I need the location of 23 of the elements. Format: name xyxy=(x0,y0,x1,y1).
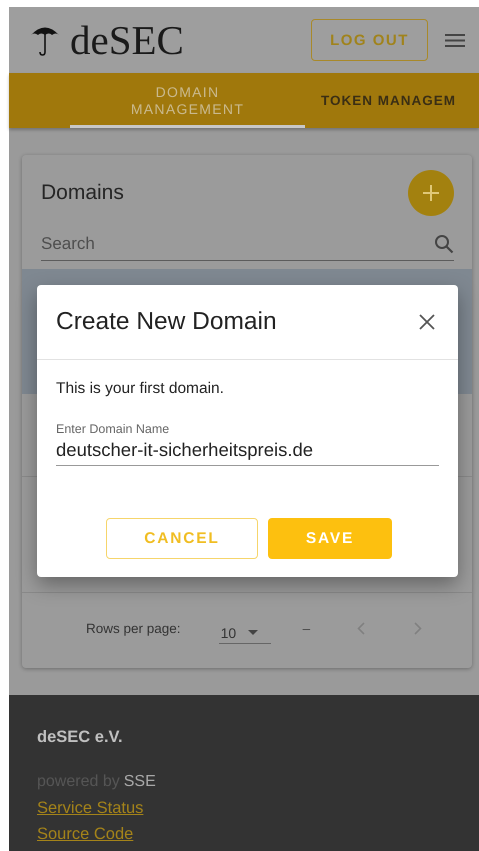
save-button[interactable]: SAVE xyxy=(268,518,392,559)
field-label: Enter Domain Name xyxy=(56,422,170,436)
menu-icon[interactable] xyxy=(445,32,465,48)
dialog-message: This is your first domain. xyxy=(56,380,225,398)
cancel-button[interactable]: CANCEL xyxy=(106,518,258,559)
rows-per-page-select[interactable]: 10 xyxy=(218,612,271,644)
sponsor-name: SSE xyxy=(124,773,156,790)
footer-link[interactable]: Service Status xyxy=(37,795,144,821)
add-domain-button[interactable] xyxy=(408,170,454,216)
search-field[interactable]: Search xyxy=(41,230,434,258)
footer-link[interactable]: Source Code xyxy=(37,821,134,847)
close-icon[interactable] xyxy=(419,314,435,330)
tab[interactable]: TOKEN MANAGEM xyxy=(305,73,462,128)
logo-text: deSEC xyxy=(70,20,184,60)
plus-icon xyxy=(422,184,440,202)
rows-per-page-label: Rows per page: xyxy=(86,620,181,636)
search-icon[interactable] xyxy=(434,234,454,254)
organization-name: deSEC e.V. xyxy=(37,728,124,747)
page-range: – xyxy=(302,620,310,636)
dialog-title: Create New Domain xyxy=(56,308,277,336)
caret-icon xyxy=(248,630,258,635)
domain-name-field[interactable]: deutscher-it-sicherheitspreis.de xyxy=(56,439,439,461)
card-title: Domains xyxy=(41,181,124,205)
